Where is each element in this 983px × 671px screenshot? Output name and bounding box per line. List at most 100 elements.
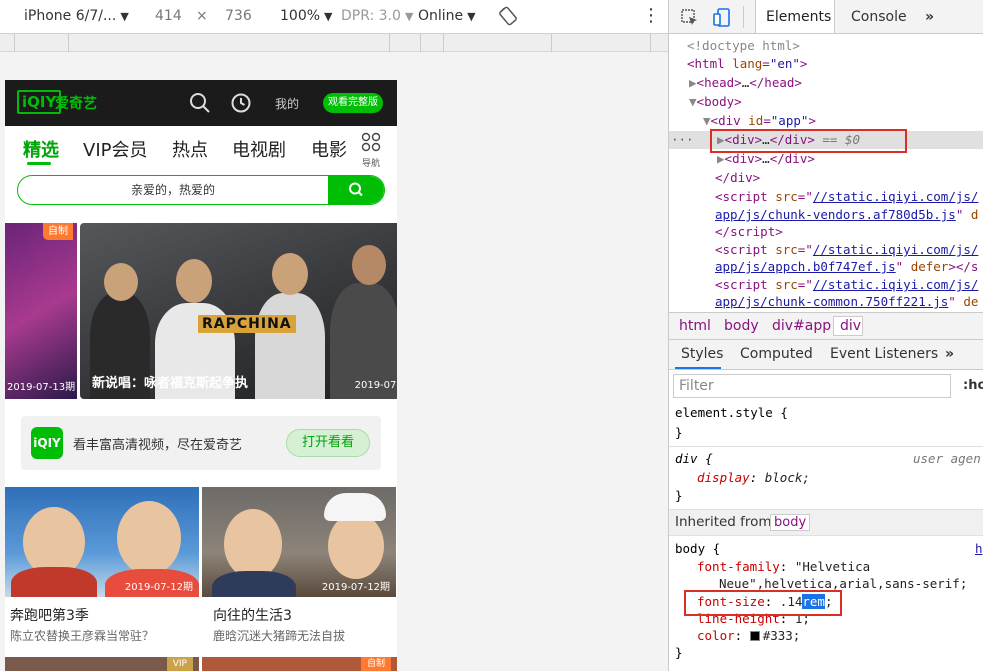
- styles-filter-input[interactable]: Filter: [673, 374, 951, 398]
- styles-tab-indicator: [675, 367, 721, 369]
- video-card-thumbnail[interactable]: 2019-07-12期: [5, 487, 199, 597]
- video-card-thumbnail[interactable]: VIP: [5, 657, 199, 671]
- stylesheet-source-link[interactable]: h: [975, 540, 983, 557]
- body-selector[interactable]: body {: [675, 540, 720, 557]
- iqiyi-logo-text[interactable]: 爱奇艺: [55, 93, 97, 113]
- nav-item-movie[interactable]: 电影: [311, 136, 347, 162]
- banner-slide-prev[interactable]: 自制 2019-07-13期: [5, 223, 77, 399]
- caret-down-icon: ▼: [324, 10, 333, 23]
- dom-node-script-src[interactable]: app/js/chunk-common.750ff221.js" de: [669, 293, 983, 311]
- color-declaration[interactable]: color: #333;: [697, 627, 800, 644]
- user-agent-stylesheet-label: user agen: [913, 451, 981, 466]
- selected-text: rem: [802, 594, 825, 609]
- network-select[interactable]: Online ▼: [418, 8, 476, 24]
- search-button[interactable]: [328, 176, 384, 204]
- history-icon[interactable]: [230, 92, 252, 114]
- tab-event-listeners[interactable]: Event Listeners: [830, 346, 938, 362]
- open-app-button[interactable]: 打开看看: [286, 429, 370, 457]
- media-query-bar[interactable]: [0, 34, 668, 52]
- hover-state-toggle[interactable]: :ho: [963, 378, 983, 393]
- tab-console[interactable]: Console: [851, 9, 907, 25]
- network-label: Online: [418, 8, 464, 24]
- devtools-panel: Elements Console » <!doctype html> <html…: [668, 0, 983, 671]
- device-toolbar-toggle-icon[interactable]: [713, 8, 731, 31]
- zoom-label: 100%: [280, 8, 321, 24]
- nav-item-vip[interactable]: VIP会员: [83, 136, 147, 162]
- dom-node-head[interactable]: ▶<head>…</head>: [669, 74, 983, 92]
- dom-node-script[interactable]: <script src="//static.iqiyi.com/js/: [669, 276, 983, 294]
- more-panes-icon[interactable]: »: [945, 346, 954, 362]
- width-input[interactable]: 414: [155, 8, 182, 24]
- banner-date: 2019-07-: [354, 380, 397, 391]
- nav-item-featured[interactable]: 精选: [23, 136, 59, 162]
- device-toolbar: iPhone 6/7/... ▼ 414 × 736 100% ▼ DPR: 3.0…: [0, 0, 668, 34]
- dom-node-div-app[interactable]: ▼<div id="app">: [669, 112, 983, 130]
- search-bar[interactable]: 亲爱的，热爱的: [17, 175, 385, 205]
- video-card-thumbnail[interactable]: 2019-07-12期: [202, 487, 396, 597]
- nav-more-label: 导航: [361, 159, 380, 169]
- nav-more-button[interactable]: 导航: [353, 132, 389, 169]
- dom-node-div[interactable]: ▶<div>…</div>: [669, 150, 983, 168]
- breadcrumb-div[interactable]: div: [840, 318, 861, 334]
- device-select[interactable]: iPhone 6/7/... ▼: [24, 8, 129, 24]
- card-title[interactable]: 奔跑吧第3季: [10, 605, 89, 625]
- rotate-icon[interactable]: [498, 6, 518, 30]
- devtools-tabbar: Elements Console »: [669, 0, 983, 34]
- tab-elements[interactable]: Elements: [766, 9, 831, 25]
- card-subtitle: 陈立农替换王彦霖当常驻？: [10, 629, 155, 643]
- card-title[interactable]: 向往的生活3: [213, 605, 292, 625]
- breadcrumb-body[interactable]: body: [724, 318, 759, 334]
- display-declaration: display: block;: [697, 470, 810, 485]
- dpr-select[interactable]: DPR: 3.0 ▼: [341, 8, 413, 24]
- original-badge: 自制: [360, 657, 391, 671]
- search-icon[interactable]: [189, 92, 211, 114]
- zoom-select[interactable]: 100% ▼: [280, 8, 333, 24]
- search-icon: [349, 182, 363, 197]
- dom-node-div-close[interactable]: </div>: [669, 169, 983, 187]
- element-style-rule: element.style { }: [669, 402, 983, 447]
- card-date: 2019-07-12期: [321, 582, 390, 593]
- dom-node-script[interactable]: <script src="//static.iqiyi.com/js/: [669, 241, 983, 259]
- more-options-icon[interactable]: ⋮: [642, 5, 660, 26]
- rule-close-brace: }: [675, 488, 683, 503]
- mine-link[interactable]: 我的: [275, 95, 299, 112]
- element-style-selector[interactable]: element.style {: [675, 404, 788, 421]
- height-input[interactable]: 736: [225, 8, 252, 24]
- inspect-element-icon[interactable]: [681, 9, 699, 31]
- dom-node-script-close[interactable]: </script>: [669, 223, 983, 241]
- inherited-from-header: Inherited from body: [669, 510, 983, 536]
- breadcrumb-html[interactable]: html: [679, 318, 711, 334]
- dom-node-html[interactable]: <html lang="en">: [669, 55, 983, 73]
- dom-node-script-src[interactable]: app/js/appch.b0f747ef.js" defer></s: [669, 258, 983, 276]
- font-size-declaration[interactable]: font-size: .14rem;: [697, 593, 832, 610]
- line-height-declaration[interactable]: line-height: 1;: [697, 610, 810, 627]
- iqiyi-app-icon: iQIY: [31, 427, 63, 459]
- card-subtitle: 鹿晗沉迷大猪蹄无法自拔: [213, 629, 346, 643]
- inherited-label: Inherited from: [675, 514, 772, 530]
- search-input[interactable]: 亲爱的，热爱的: [18, 176, 328, 204]
- device-select-label: iPhone 6/7/...: [24, 8, 117, 24]
- dom-node-body[interactable]: ▼<body>: [669, 93, 983, 111]
- banner-slide-active[interactable]: RAPCHINA 新说唱：咏者福克斯起争执 2019-07-: [80, 223, 397, 399]
- body-rule: body { h font-family: "Helvetica Neue",h…: [669, 536, 983, 671]
- dom-node-selected-div[interactable]: ··· ▶<div>…</div> == $0: [669, 131, 983, 149]
- tab-computed[interactable]: Computed: [740, 346, 813, 362]
- dom-node-script-src[interactable]: app/js/chunk-vendors.af780d5b.js" d: [669, 206, 983, 224]
- video-card-thumbnail[interactable]: 自制: [202, 657, 397, 671]
- nav-item-tv[interactable]: 电视剧: [232, 136, 286, 162]
- watch-full-button[interactable]: 观看完整版: [323, 93, 383, 113]
- breadcrumb-div-app[interactable]: div#app: [772, 318, 831, 334]
- dom-node-doctype[interactable]: <!doctype html>: [669, 37, 983, 55]
- color-swatch[interactable]: [749, 631, 760, 641]
- font-family-declaration[interactable]: font-family: "Helvetica: [697, 558, 870, 575]
- dom-node-script[interactable]: <script src="//static.iqiyi.com/js/: [669, 188, 983, 206]
- tab-styles[interactable]: Styles: [681, 346, 723, 362]
- more-tabs-icon[interactable]: »: [925, 9, 934, 25]
- rule-close-brace: }: [675, 645, 683, 660]
- original-badge: 自制: [43, 223, 73, 240]
- rap-of-china-logo: RAPCHINA: [198, 315, 296, 333]
- inherited-body-link[interactable]: body: [770, 514, 811, 531]
- rule-close-brace: }: [675, 425, 683, 440]
- nav-item-hot[interactable]: 热点: [172, 136, 208, 162]
- nav-active-indicator: [27, 162, 51, 165]
